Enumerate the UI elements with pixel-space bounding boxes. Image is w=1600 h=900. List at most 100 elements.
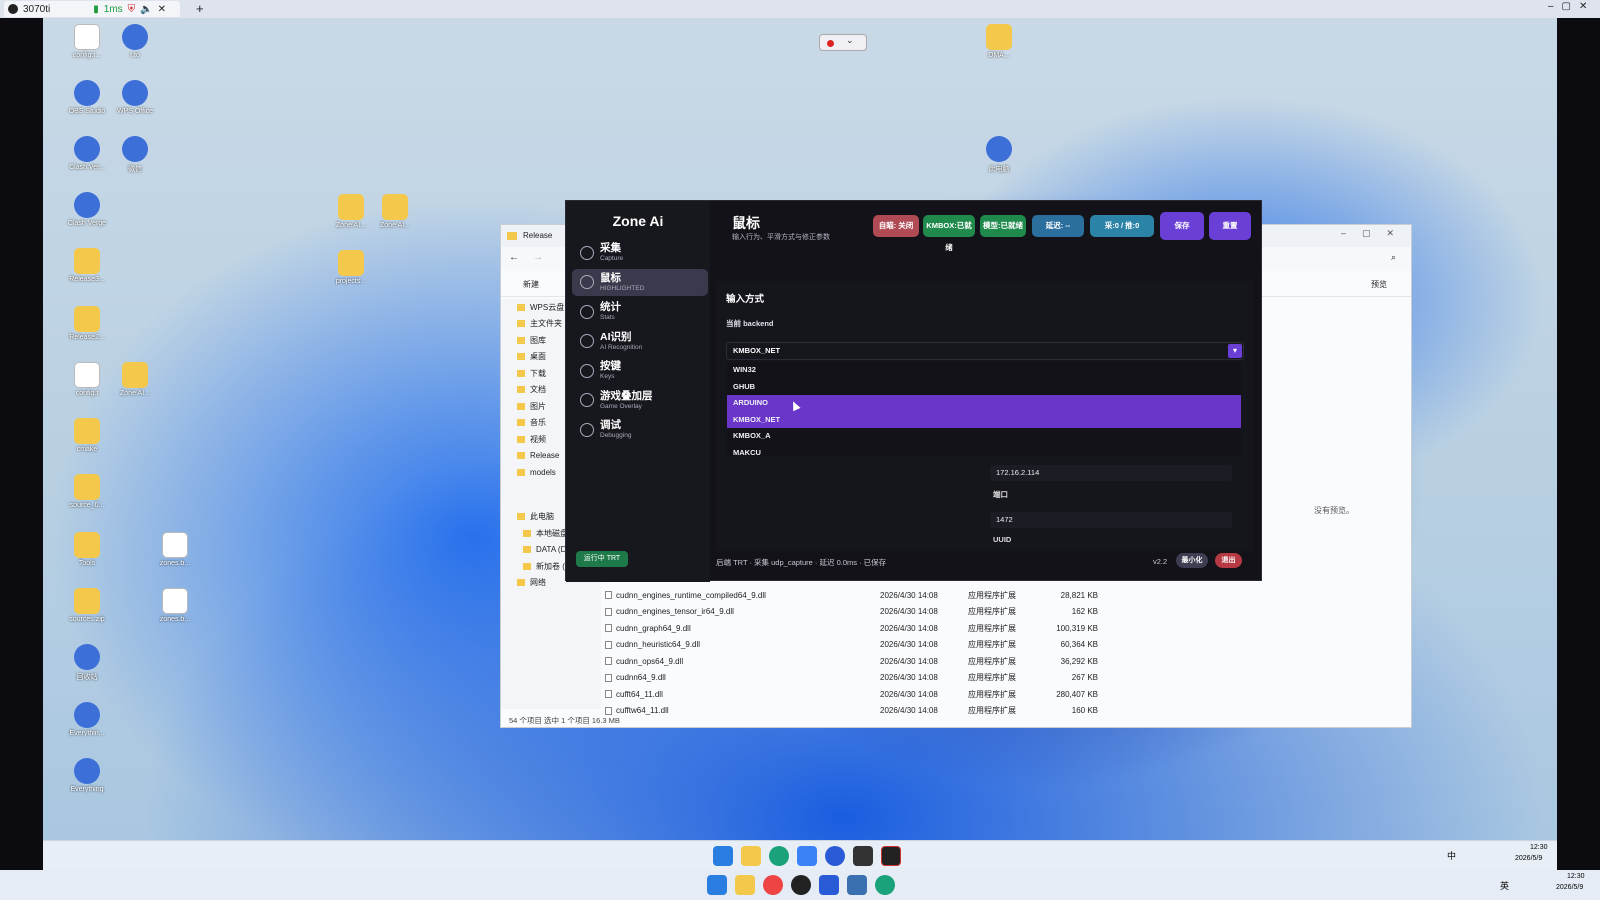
forward-arrow-icon[interactable]: → [533,252,543,263]
ip-input[interactable]: 172.16.2.114 [990,465,1232,481]
nav-item-stats[interactable]: 统计 Stats [572,298,708,325]
start-icon[interactable] [713,846,733,866]
explorer-tab[interactable]: Release [523,231,552,240]
explorer-icon[interactable] [741,846,761,866]
desktop-icon[interactable]: 回收站 [61,644,113,682]
file-row[interactable]: cudnn_engines_tensor_ir64_9.dll 2026/4/30… [605,604,1125,621]
file-row[interactable]: cudnn_heuristic64_9.dll 2026/4/30 14:08 应用… [605,637,1125,654]
status-badge[interactable]: 自瞄: 关闭 [873,215,919,237]
desktop-icon[interactable]: 微信 [109,136,161,174]
nav-item-debugging[interactable]: 调试 Debugging [572,416,708,443]
desktop-icon[interactable]: Zone AI... [109,362,161,397]
defender-icon[interactable] [797,846,817,866]
exit-button[interactable]: 退出 [1215,553,1242,568]
nav-item-game-overlay[interactable]: 游戏叠加层 Game Overlay [572,387,708,414]
file-row[interactable]: cufftw64_11.dll 2026/4/30 14:08 应用程序扩展 160 … [605,703,1125,720]
minimize-button[interactable]: 最小化 [1176,553,1208,568]
nav-item-capture[interactable]: 采集 Capture [572,239,708,266]
edge-icon[interactable] [875,875,895,895]
desktop-icon[interactable]: Tools [61,532,113,567]
nav-item-ai-recognition[interactable]: AI识别 AI Recognition [572,328,708,355]
desktop-icon[interactable]: config.t... [61,24,113,59]
backend-option[interactable]: KMBOX_NET [727,411,1241,428]
explorer-icon[interactable] [735,875,755,895]
desktop-icon[interactable]: WPS Office [109,80,161,115]
terminal-icon[interactable] [853,846,873,866]
desktop-icon[interactable]: Everything [61,758,113,793]
explorer-nav-label: 视频 [530,434,546,444]
desktop-icon[interactable]: Clash.Ver... [61,136,113,171]
desktop-icon-label: Clash Verge [67,220,107,227]
search-icon[interactable]: ⌕ [1391,252,1396,263]
window-controls[interactable]: –▢✕ [1548,1,1595,12]
file-size: 267 KB [1071,673,1098,683]
explorer-window-controls[interactable]: –▢✕ [1341,228,1410,239]
camera-icon [580,245,594,260]
zone-ai-icon[interactable] [881,846,901,866]
obs-icon[interactable] [791,875,811,895]
desktop-icon[interactable]: OBS Studio [61,80,113,115]
ip-field[interactable]: 172.16.2.114 [990,465,1232,481]
desktop-icon[interactable]: Zone AI... [369,194,421,229]
status-badge[interactable]: 采:0 / 推:0 [1090,215,1154,237]
host-tab[interactable]: 3070ti ▮ 1ms ⛨ 🔈 ✕ [4,1,180,17]
running-status-button[interactable]: 运行中 TRT [576,551,628,567]
nav-item-sublabel: HIGHLIGHTED [600,284,645,292]
status-badge[interactable]: 延迟: -- [1032,215,1084,237]
file-row[interactable]: cudnn_engines_runtime_compiled64_9.dll 20… [605,587,1125,604]
back-arrow-icon[interactable]: ← [509,252,519,263]
window-icon[interactable] [847,875,867,895]
host-top-bar: 3070ti ▮ 1ms ⛨ 🔈 ✕ + –▢✕ [0,0,1600,18]
backend-select[interactable]: KMBOX_NET ▾ [726,342,1244,360]
file-row[interactable]: cudnn64_9.dll 2026/4/30 14:08 应用程序扩展 267 KB [605,670,1125,687]
desktop-icon[interactable]: t.to [109,24,161,59]
start-icon[interactable] [707,875,727,895]
recording-indicator[interactable]: ⌄ [819,34,867,51]
new-button[interactable]: 新建 [523,279,539,290]
nav-item-highlighted[interactable]: 鼠标 HIGHLIGHTED [572,268,708,296]
todesk-icon[interactable] [825,846,845,866]
desktop-icon[interactable]: cmake [61,418,113,453]
host-taskbar: 英 12:30 2026/5/9 [0,870,1600,900]
new-tab-button[interactable]: + [196,1,204,16]
backend-option[interactable]: WIN32 [727,362,1241,379]
remote-ime[interactable]: 中 [1447,849,1456,862]
nav-item-sublabel: Game Overlay [600,402,642,410]
edge-icon[interactable] [769,846,789,866]
desktop-icon[interactable]: Release3... [61,248,113,283]
nav-item-keys[interactable]: 按键 Keys [572,357,708,384]
desktop-icon[interactable]: sources.zip [61,588,113,623]
desktop-icon[interactable]: config.t [61,362,113,397]
file-name: cudnn_heuristic64_9.dll [616,640,701,650]
dropdown-arrow-icon[interactable]: ▾ [1228,344,1242,358]
desktop-icon[interactable]: source_0... [61,474,113,509]
desktop-icon[interactable]: zones.b... [149,588,201,623]
desktop-icon[interactable]: Release2... [61,306,113,341]
desktop-icon[interactable]: 此电脑 [973,136,1025,174]
status-badge[interactable]: 模型:已就绪 [980,215,1026,237]
status-badge[interactable]: KMBOX:已就绪 [923,215,975,252]
file-row[interactable]: cudnn_graph64_9.dll 2026/4/30 14:08 应用程序扩展… [605,620,1125,637]
host-ime[interactable]: 英 [1500,879,1509,892]
desktop-icon[interactable]: Everythin... [61,702,113,737]
desktop-icon[interactable]: Clash Verge [61,192,113,227]
desktop-icon[interactable]: projects... [325,250,377,285]
backend-option[interactable]: ARDUINO [727,395,1241,412]
explorer-nav-label: Release [530,451,560,461]
close-tab-button[interactable]: ✕ [158,4,166,15]
file-row[interactable]: cudnn_ops64_9.dll 2026/4/30 14:08 应用程序扩展 36… [605,653,1125,670]
desktop-icon[interactable]: DMA... [973,24,1025,59]
reset-button[interactable]: 重置 [1209,212,1251,240]
backend-option[interactable]: MAKCU [727,445,1241,462]
save-button[interactable]: 保存 [1160,212,1204,240]
remote-app-icon[interactable] [819,875,839,895]
file-name: cufft64_11.dll [616,689,663,699]
port-input[interactable]: 1472 [990,512,1232,528]
port-field[interactable]: 1472 [990,512,1232,528]
desktop-icon[interactable]: zones.b... [149,532,201,567]
backend-option[interactable]: GHUB [727,379,1241,396]
file-row[interactable]: cufft64_11.dll 2026/4/30 14:08 应用程序扩展 280,4… [605,686,1125,703]
chrome-icon[interactable] [763,875,783,895]
preview-button[interactable]: 预览 [1371,279,1387,290]
backend-option[interactable]: KMBOX_A [727,428,1241,445]
